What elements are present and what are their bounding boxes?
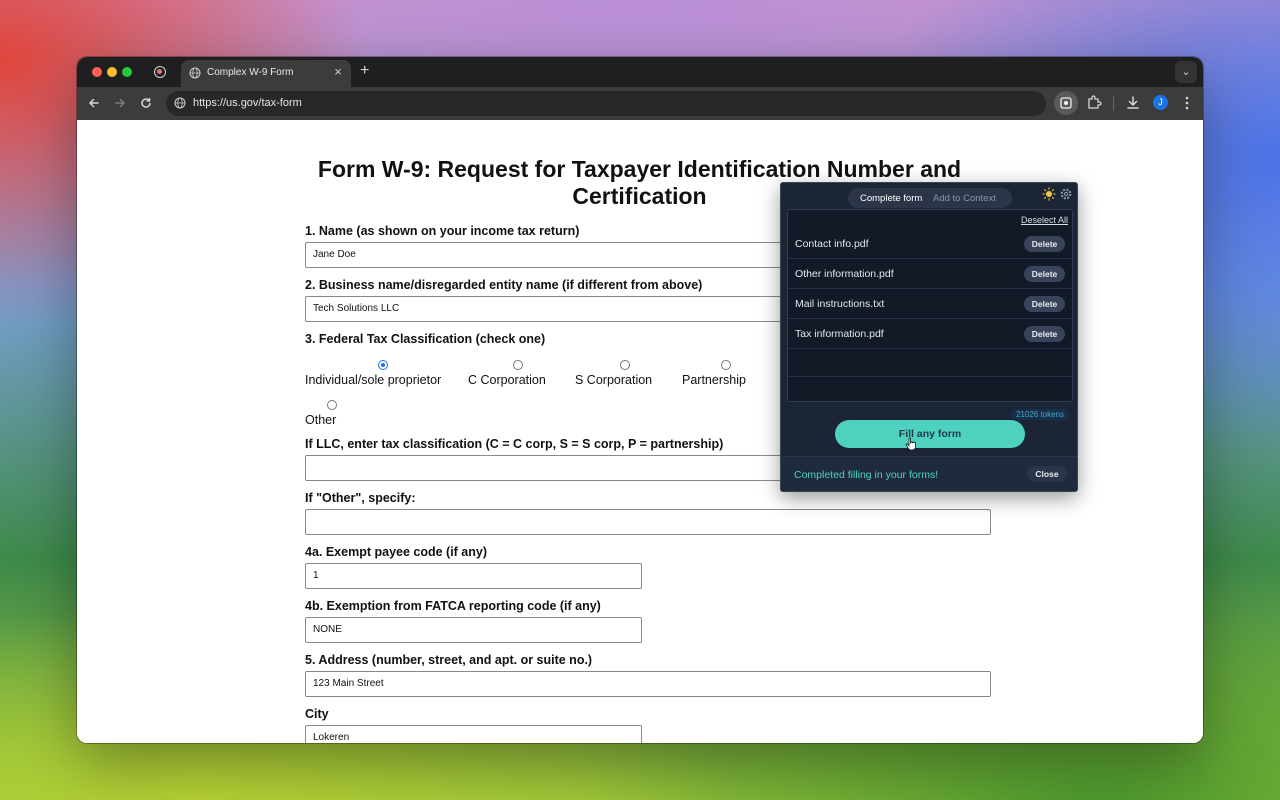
llc-classification-label: If LLC, enter tax classification (C = C …: [305, 437, 724, 451]
radio-c-corporation[interactable]: [513, 360, 523, 370]
other-specify-field[interactable]: [305, 509, 991, 535]
sun-icon[interactable]: [1042, 187, 1056, 201]
maximize-window-button[interactable]: [122, 67, 132, 77]
browser-window: Complex W-9 Form × + ⌄ https://us.gov/ta…: [77, 57, 1203, 743]
radio-other[interactable]: [327, 400, 337, 410]
radio-s-corporation[interactable]: [620, 360, 630, 370]
file-name: Contact info.pdf: [795, 238, 869, 250]
token-count-badge: 21026 tokens: [1011, 409, 1068, 420]
puzzle-extensions-icon[interactable]: [1084, 93, 1104, 113]
url-text: https://us.gov/tax-form: [193, 97, 302, 109]
delete-button[interactable]: Delete: [1024, 236, 1065, 252]
tab-bar: Complex W-9 Form × + ⌄: [77, 57, 1203, 87]
delete-button[interactable]: Delete: [1024, 266, 1065, 282]
delete-button[interactable]: Delete: [1024, 326, 1065, 342]
download-icon[interactable]: [1123, 93, 1143, 113]
exempt-payee-label: 4a. Exempt payee code (if any): [305, 545, 488, 559]
site-info-icon[interactable]: [174, 97, 186, 109]
popup-footer: Completed filling in your forms! Close: [781, 457, 1077, 491]
recording-icon[interactable]: [154, 66, 166, 78]
city-field[interactable]: Lokeren: [305, 725, 642, 743]
form-filler-extension-button[interactable]: [1054, 91, 1078, 115]
radio-label-c-corporation: C Corporation: [468, 373, 546, 387]
list-item[interactable]: Tax information.pdf Delete: [788, 320, 1072, 349]
tab-complete-form[interactable]: Complete form: [860, 193, 922, 204]
file-name: Tax information.pdf: [795, 328, 884, 340]
tab-title: Complex W-9 Form: [207, 67, 294, 78]
radio-label-s-corporation: S Corporation: [575, 373, 653, 387]
radio-label-other: Other: [305, 413, 337, 427]
toolbar-divider: [1113, 96, 1114, 111]
other-specify-label: If "Other", specify:: [305, 491, 416, 505]
name-label: 1. Name (as shown on your income tax ret…: [305, 224, 580, 238]
close-button[interactable]: Close: [1027, 466, 1067, 482]
new-tab-button[interactable]: +: [360, 62, 369, 80]
back-arrow-icon[interactable]: [85, 94, 103, 112]
status-message: Completed filling in your forms!: [794, 469, 939, 481]
address-field[interactable]: 123 Main Street: [305, 671, 991, 697]
extension-logo-icon: [1060, 97, 1072, 109]
tax-classification-label: 3. Federal Tax Classification (check one…: [305, 332, 546, 346]
tab-active[interactable]: Complex W-9 Form ×: [181, 60, 351, 87]
radio-label-individual: Individual/sole proprietor: [305, 373, 442, 387]
context-file-list: Deselect All Contact info.pdf Delete Oth…: [787, 209, 1073, 402]
profile-avatar[interactable]: J: [1153, 95, 1168, 110]
fill-any-form-button[interactable]: Fill any form: [835, 420, 1025, 448]
radio-partnership[interactable]: [721, 360, 731, 370]
delete-button[interactable]: Delete: [1024, 296, 1065, 312]
minimize-window-button[interactable]: [107, 67, 117, 77]
gear-icon[interactable]: [1059, 187, 1073, 201]
exempt-payee-field[interactable]: 1: [305, 563, 642, 589]
tab-add-to-context[interactable]: Add to Context: [933, 193, 996, 204]
city-label: City: [305, 707, 329, 721]
address-label: 5. Address (number, street, and apt. or …: [305, 653, 593, 667]
file-name: Other information.pdf: [795, 268, 894, 280]
radio-individual[interactable]: [378, 360, 388, 370]
reload-icon[interactable]: [137, 94, 155, 112]
globe-icon: [189, 67, 201, 79]
web-page: Form W-9: Request for Taxpayer Identific…: [77, 120, 1203, 743]
list-item[interactable]: Other information.pdf Delete: [788, 260, 1072, 289]
list-item[interactable]: Mail instructions.txt Delete: [788, 290, 1072, 319]
empty-list-slot: [788, 350, 1072, 377]
radio-label-partnership: Partnership: [682, 373, 746, 387]
file-name: Mail instructions.txt: [795, 298, 885, 310]
popup-tab-switcher: Complete form Add to Context: [848, 188, 1012, 208]
extension-popup: Complete form Add to Context Deselect Al…: [780, 182, 1078, 492]
deselect-all-link[interactable]: Deselect All: [1021, 215, 1068, 225]
browser-toolbar: https://us.gov/tax-form J: [77, 87, 1203, 120]
list-item[interactable]: Contact info.pdf Delete: [788, 230, 1072, 259]
hand-cursor-icon: [905, 437, 916, 451]
fatca-field[interactable]: NONE: [305, 617, 642, 643]
tab-close-icon[interactable]: ×: [331, 64, 345, 79]
close-window-button[interactable]: [92, 67, 102, 77]
forward-arrow-icon[interactable]: [111, 94, 129, 112]
empty-list-slot: [788, 377, 1072, 401]
kebab-menu-icon[interactable]: [1177, 93, 1197, 113]
tab-search-menu-button[interactable]: ⌄: [1175, 61, 1197, 83]
business-name-label: 2. Business name/disregarded entity name…: [305, 278, 703, 292]
address-bar[interactable]: https://us.gov/tax-form: [166, 91, 1046, 116]
fatca-label: 4b. Exemption from FATCA reporting code …: [305, 599, 601, 613]
